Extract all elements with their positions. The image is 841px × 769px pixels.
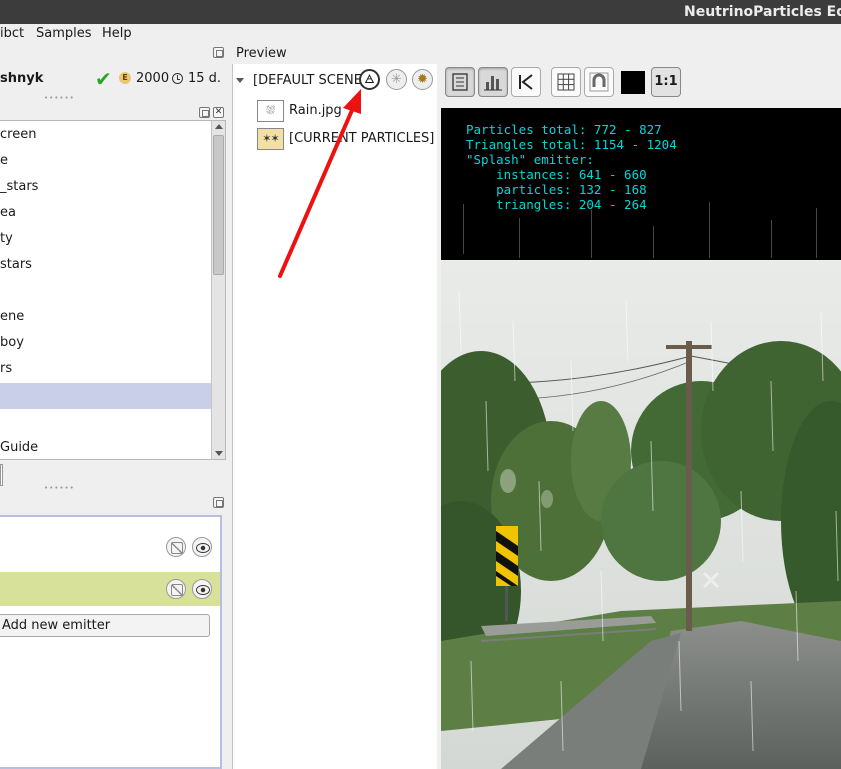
- stats-overlay-button[interactable]: [445, 67, 475, 97]
- scene-tree: [DEFAULT SCENE] 🜁 ✳ ✹ ⛆ Rain.jpg ✶✶ [CUR…: [232, 64, 437, 769]
- grid-icon: [557, 73, 575, 91]
- preview-toolbar: 1:1: [441, 62, 841, 102]
- sun-icon[interactable]: ✹: [412, 69, 433, 90]
- scroll-down-icon[interactable]: [215, 451, 223, 456]
- skip-back-icon: [519, 74, 533, 90]
- stats-overlay: Particles total: 772 - 827 Triangles tot…: [441, 108, 841, 260]
- list-item[interactable]: ea: [0, 200, 211, 226]
- list-item[interactable]: ty: [0, 226, 211, 252]
- list-item[interactable]: stars: [0, 252, 211, 278]
- expand-arrow-icon[interactable]: [236, 78, 244, 83]
- disable-emitter-icon[interactable]: [166, 579, 186, 599]
- menu-bar: ibct Samples Help: [0, 24, 841, 44]
- list-item[interactable]: boy: [0, 330, 211, 356]
- user-name: shnyk: [0, 71, 44, 86]
- add-new-emitter-button[interactable]: Add new emitter: [0, 614, 210, 637]
- scroll-up-icon[interactable]: [215, 124, 223, 129]
- days-remaining: 15 d.: [188, 71, 222, 86]
- stats-line: instances: 641 - 660: [466, 167, 647, 182]
- stats-text: Particles total: 772 - 827 Triangles tot…: [466, 122, 677, 212]
- rain-streak: [816, 208, 817, 258]
- effects-close-button[interactable]: ✕: [213, 107, 224, 118]
- rain-streak: [709, 202, 710, 258]
- list-item[interactable]: Guide: [0, 435, 211, 459]
- visibility-eye-icon[interactable]: [192, 579, 212, 599]
- rain-streak: [519, 218, 520, 258]
- list-item[interactable]: ene: [0, 304, 211, 330]
- scene-child-label: [CURRENT PARTICLES]: [289, 131, 435, 146]
- effects-undock-button[interactable]: [199, 107, 210, 118]
- left-dock: shnyk ✔ E 2000 15 d. •••••• ✕ creen e _s…: [0, 44, 232, 769]
- graph-button[interactable]: [478, 67, 508, 97]
- list-item[interactable]: e: [0, 148, 211, 174]
- visibility-eye-icon[interactable]: [192, 537, 212, 557]
- scene-root[interactable]: [DEFAULT SCENE]: [253, 73, 367, 88]
- list-item[interactable]: creen: [0, 122, 211, 148]
- filter-input[interactable]: [0, 464, 3, 486]
- grid-button[interactable]: [551, 67, 581, 97]
- stats-line: "Splash" emitter:: [466, 152, 594, 167]
- rain-streak: [771, 220, 772, 258]
- scene-child-label: Rain.jpg: [289, 103, 342, 118]
- clock-icon: [172, 73, 183, 84]
- title-bar: NeutrinoParticles Edit: [0, 0, 841, 24]
- add-object-button[interactable]: 🜁: [359, 69, 380, 90]
- list-item[interactable]: [0, 278, 211, 304]
- scene-panel: Preview [DEFAULT SCENE] 🜁 ✳ ✹ ⛆ Rain.jpg…: [232, 44, 437, 769]
- menu-item-samples[interactable]: Samples: [36, 26, 92, 41]
- restart-button[interactable]: [511, 67, 541, 97]
- stats-line: Particles total: 772 - 827: [466, 122, 662, 137]
- list-item[interactable]: _stars: [0, 174, 211, 200]
- rain-streak: [591, 210, 592, 258]
- zoom-button[interactable]: 1:1: [651, 67, 681, 97]
- scene-viewport[interactable]: [441, 261, 841, 769]
- background-color-swatch[interactable]: [621, 71, 645, 94]
- image-icon: ⛆: [257, 100, 284, 122]
- window-title: NeutrinoParticles Edit: [684, 4, 841, 20]
- splitter-grip[interactable]: ••••••: [44, 94, 75, 102]
- effects-scrollbar[interactable]: [211, 121, 225, 459]
- particles-icon[interactable]: ✳: [386, 69, 407, 90]
- particles-icon: ✶✶: [257, 128, 284, 150]
- disable-emitter-icon[interactable]: [166, 537, 186, 557]
- magnet-button[interactable]: [584, 67, 614, 97]
- list-item[interactable]: [0, 409, 211, 435]
- menu-item-ibct[interactable]: ibct: [0, 26, 24, 41]
- effects-list: creen e _stars ea ty stars ene boy rs Gu…: [0, 120, 226, 460]
- emitter-row[interactable]: [0, 530, 220, 564]
- emitters-undock-button[interactable]: [213, 497, 224, 508]
- account-bar: shnyk ✔ E 2000 15 d.: [0, 66, 232, 92]
- checkmark-icon: ✔: [95, 67, 112, 91]
- list-icon: [452, 73, 468, 91]
- scrollbar-thumb[interactable]: [213, 135, 224, 275]
- emitter-row-selected[interactable]: [0, 572, 220, 606]
- energy-badge-icon: E: [119, 72, 131, 84]
- magnet-icon: [589, 72, 609, 92]
- rain-streak: [463, 204, 464, 254]
- emitters-panel: Add new emitter: [0, 515, 222, 769]
- list-item-selected[interactable]: [0, 383, 211, 409]
- undock-button[interactable]: [213, 47, 224, 58]
- panel-title: Preview: [236, 46, 287, 61]
- credits-value: 2000: [136, 71, 170, 86]
- splitter-grip[interactable]: ••••••: [44, 484, 75, 492]
- bar-chart-icon: [484, 76, 502, 91]
- stats-line: triangles: 204 - 264: [466, 197, 647, 212]
- list-item[interactable]: rs: [0, 356, 211, 382]
- rain-streak: [653, 226, 654, 258]
- menu-item-help[interactable]: Help: [102, 26, 132, 41]
- stats-line: Triangles total: 1154 - 1204: [466, 137, 677, 152]
- rain-scene-image: [441, 261, 841, 769]
- stats-line: particles: 132 - 168: [466, 182, 647, 197]
